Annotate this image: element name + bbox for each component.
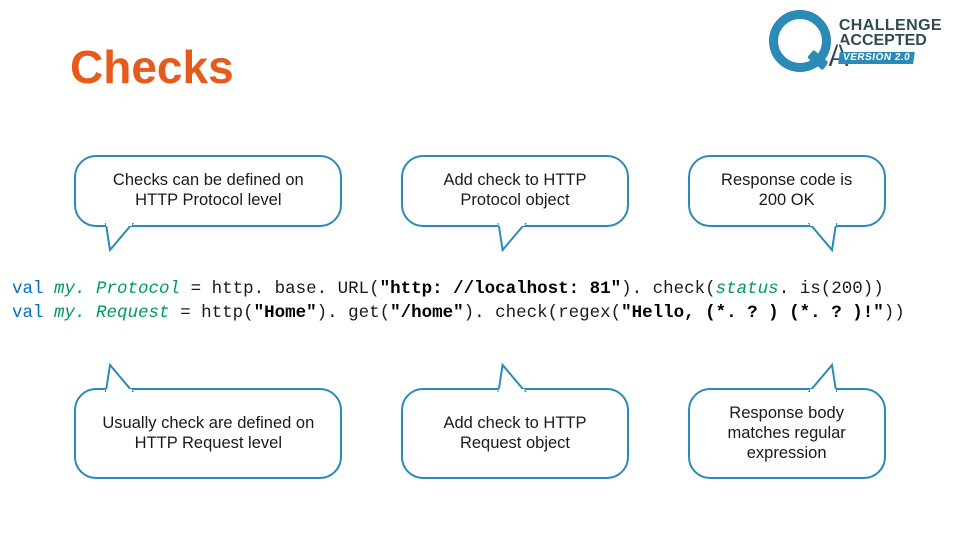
logo-text: CHALLENGE ACCEPTED VERSION 2.0: [839, 18, 942, 64]
bubble-request-check: Add check to HTTP Request object: [401, 388, 629, 479]
code-string: "Hello, (*. ? ) (*. ? )!": [621, 303, 884, 323]
speech-tail-icon: [102, 222, 136, 252]
code-var: my. Request: [54, 303, 170, 323]
logo-line1: CHALLENGE: [839, 18, 942, 33]
code-text: ). check(regex(: [464, 303, 622, 323]
code-text: = http(: [170, 303, 254, 323]
code-text: ). check(: [621, 279, 716, 299]
speech-tail-icon: [806, 363, 840, 393]
code-keyword: val: [12, 279, 44, 299]
code-string: "http: //localhost: 81": [380, 279, 622, 299]
code-text: = http. base. URL(: [180, 279, 380, 299]
bubble-request-level: Usually check are defined on HTTP Reques…: [74, 388, 342, 479]
slide-title: Checks: [70, 40, 234, 94]
qa-challenge-logo: A CHALLENGE ACCEPTED VERSION 2.0: [769, 10, 942, 72]
speech-tail-icon: [495, 363, 529, 393]
code-text: ). get(: [317, 303, 391, 323]
speech-tail-icon: [102, 363, 136, 393]
code-text: . is(200)): [779, 279, 884, 299]
speech-tail-icon: [495, 222, 529, 252]
bubble-text: Response body matches regular expression: [712, 404, 862, 463]
code-var: my. Protocol: [54, 279, 180, 299]
bubble-response-body: Response body matches regular expression: [688, 388, 886, 479]
code-string: "Home": [254, 303, 317, 323]
logo-line2: ACCEPTED: [839, 33, 942, 48]
bubble-text: Checks can be defined on HTTP Protocol l…: [98, 171, 318, 211]
bubble-text: Response code is 200 OK: [712, 171, 862, 211]
bubble-protocol-check: Add check to HTTP Protocol object: [401, 155, 629, 227]
logo-version-badge: VERSION 2.0: [838, 52, 915, 64]
bottom-bubble-row: Usually check are defined on HTTP Reques…: [0, 388, 960, 479]
speech-tail-icon: [806, 222, 840, 252]
code-string: "/home": [390, 303, 464, 323]
bubble-protocol-level: Checks can be defined on HTTP Protocol l…: [74, 155, 342, 227]
logo-q-icon: [769, 10, 831, 72]
top-bubble-row: Checks can be defined on HTTP Protocol l…: [0, 155, 960, 227]
code-text: )): [884, 303, 905, 323]
bubble-text: Add check to HTTP Request object: [425, 414, 605, 454]
code-keyword: val: [12, 303, 44, 323]
bubble-text: Add check to HTTP Protocol object: [425, 171, 605, 211]
bubble-response-200: Response code is 200 OK: [688, 155, 886, 227]
bubble-text: Usually check are defined on HTTP Reques…: [98, 414, 318, 454]
code-var: status: [716, 279, 779, 299]
code-block: val my. Protocol = http. base. URL("http…: [12, 278, 948, 325]
